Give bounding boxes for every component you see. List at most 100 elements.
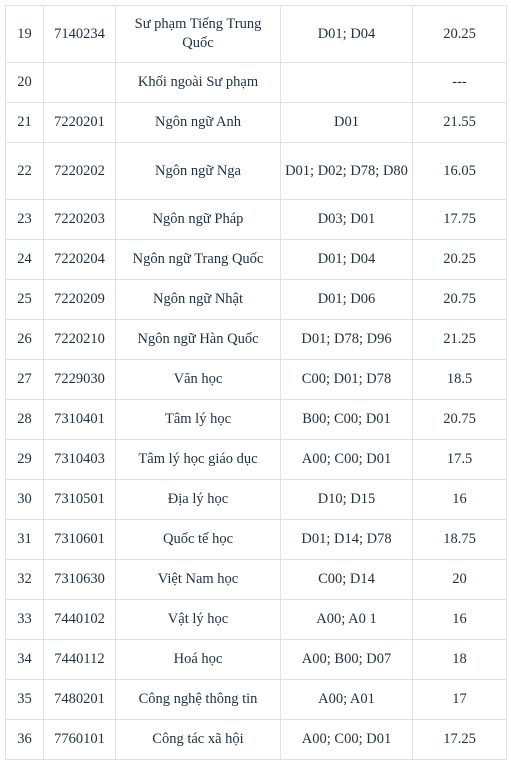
cell-code: 7440102 xyxy=(43,599,116,640)
cell-score: 20.75 xyxy=(412,399,507,440)
cell-block: D01; D06 xyxy=(280,279,413,320)
cell-name: Ngôn ngữ Trang Quốc xyxy=(115,239,281,280)
cell-score: 20.25 xyxy=(412,5,507,63)
cell-block: B00; C00; D01 xyxy=(280,399,413,440)
cell-score: 16 xyxy=(412,479,507,520)
cell-index: 31 xyxy=(5,519,44,560)
cell-block: D01; D04 xyxy=(280,5,413,63)
cell-index: 28 xyxy=(5,399,44,440)
table-row: 32 7310630 Việt Nam học C00; D14 20 xyxy=(5,559,507,600)
cell-index: 19 xyxy=(5,5,44,63)
cell-score: 21.55 xyxy=(412,102,507,143)
cell-score: 16.05 xyxy=(412,142,507,200)
cell-score: 17.25 xyxy=(412,719,507,760)
table-row: 20 Khối ngoài Sư phạm --- xyxy=(5,62,507,103)
table-row: 19 7140234 Sư phạm Tiếng Trung Quốc D01; D0… xyxy=(5,5,507,63)
cell-index: 26 xyxy=(5,319,44,360)
cell-code: 7310601 xyxy=(43,519,116,560)
cell-score: 18.75 xyxy=(412,519,507,560)
cell-index: 34 xyxy=(5,639,44,680)
cell-index: 20 xyxy=(5,62,44,103)
cell-block: D01 xyxy=(280,102,413,143)
table-row: 34 7440112 Hoá học A00; B00; D07 18 xyxy=(5,639,507,680)
cell-score: 16 xyxy=(412,599,507,640)
cell-block: A00; B00; D07 xyxy=(280,639,413,680)
table-body: 19 7140234 Sư phạm Tiếng Trung Quốc D01; D0… xyxy=(5,5,507,760)
cell-score: 18.5 xyxy=(412,359,507,400)
cell-block: D03; D01 xyxy=(280,199,413,240)
cell-index: 25 xyxy=(5,279,44,320)
cell-code: 7229030 xyxy=(43,359,116,400)
cell-score: 20.25 xyxy=(412,239,507,280)
cell-name: Quốc tế học xyxy=(115,519,281,560)
table-row: 29 7310403 Tâm lý học giáo dục A00; C00; D0… xyxy=(5,439,507,480)
cell-name: Ngôn ngữ Nga xyxy=(115,142,281,200)
cell-index: 32 xyxy=(5,559,44,600)
table-row: 33 7440102 Vật lý học A00; A0 1 16 xyxy=(5,599,507,640)
cell-index: 33 xyxy=(5,599,44,640)
cell-block: D10; D15 xyxy=(280,479,413,520)
cell-name: Ngôn ngữ Hàn Quốc xyxy=(115,319,281,360)
cell-name: Văn học xyxy=(115,359,281,400)
cell-block: D01; D14; D78 xyxy=(280,519,413,560)
table-row: 31 7310601 Quốc tế học D01; D14; D78 18.75 xyxy=(5,519,507,560)
cell-block: D01; D02; D78; D80 xyxy=(280,142,413,200)
cell-block: D01; D04 xyxy=(280,239,413,280)
cell-index: 21 xyxy=(5,102,44,143)
cell-index: 36 xyxy=(5,719,44,760)
cell-name: Sư phạm Tiếng Trung Quốc xyxy=(115,5,281,63)
table-row: 27 7229030 Văn học C00; D01; D78 18.5 xyxy=(5,359,507,400)
cell-code: 7220209 xyxy=(43,279,116,320)
table-row: 28 7310401 Tâm lý học B00; C00; D01 20.75 xyxy=(5,399,507,440)
table-row: 22 7220202 Ngôn ngữ Nga D01; D02; D78; D80 1… xyxy=(5,142,507,200)
table-row: 30 7310501 Địa lý học D10; D15 16 xyxy=(5,479,507,520)
table-row: 25 7220209 Ngôn ngữ Nhật D01; D06 20.75 xyxy=(5,279,507,320)
cell-score: 20 xyxy=(412,559,507,600)
table-row: 24 7220204 Ngôn ngữ Trang Quốc D01; D04 20.2… xyxy=(5,239,507,280)
cell-name: Hoá học xyxy=(115,639,281,680)
cell-code: 7140234 xyxy=(43,5,116,63)
table-row: 35 7480201 Công nghệ thông tin A00; A01 17 xyxy=(5,679,507,720)
cell-index: 35 xyxy=(5,679,44,720)
cell-code: 7310403 xyxy=(43,439,116,480)
cell-name: Việt Nam học xyxy=(115,559,281,600)
cell-score: --- xyxy=(412,62,507,103)
cell-name: Ngôn ngữ Nhật xyxy=(115,279,281,320)
cell-code xyxy=(43,62,116,103)
cell-code: 7220202 xyxy=(43,142,116,200)
cell-code: 7310630 xyxy=(43,559,116,600)
cell-code: 7220204 xyxy=(43,239,116,280)
cell-index: 23 xyxy=(5,199,44,240)
admissions-benchmark-table: 19 7140234 Sư phạm Tiếng Trung Quốc D01; D0… xyxy=(5,5,507,760)
table-row: 36 7760101 Công tác xã hội A00; C00; D01 17.… xyxy=(5,719,507,760)
cell-code: 7220203 xyxy=(43,199,116,240)
cell-block: C00; D01; D78 xyxy=(280,359,413,400)
cell-code: 7760101 xyxy=(43,719,116,760)
cell-name: Công tác xã hội xyxy=(115,719,281,760)
cell-block: A00; A01 xyxy=(280,679,413,720)
cell-block: A00; C00; D01 xyxy=(280,439,413,480)
cell-score: 17 xyxy=(412,679,507,720)
table-row: 23 7220203 Ngôn ngữ Pháp D03; D01 17.75 xyxy=(5,199,507,240)
cell-block: A00; C00; D01 xyxy=(280,719,413,760)
cell-score: 17.5 xyxy=(412,439,507,480)
cell-score: 20.75 xyxy=(412,279,507,320)
cell-name: Khối ngoài Sư phạm xyxy=(115,62,281,103)
cell-index: 22 xyxy=(5,142,44,200)
cell-name: Ngôn ngữ Pháp xyxy=(115,199,281,240)
cell-index: 27 xyxy=(5,359,44,400)
cell-block: A00; A0 1 xyxy=(280,599,413,640)
cell-name: Địa lý học xyxy=(115,479,281,520)
cell-code: 7220210 xyxy=(43,319,116,360)
table-row: 26 7220210 Ngôn ngữ Hàn Quốc D01; D78; D96 2… xyxy=(5,319,507,360)
cell-block: C00; D14 xyxy=(280,559,413,600)
cell-code: 7440112 xyxy=(43,639,116,680)
cell-score: 18 xyxy=(412,639,507,680)
cell-name: Công nghệ thông tin xyxy=(115,679,281,720)
cell-score: 21.25 xyxy=(412,319,507,360)
cell-index: 29 xyxy=(5,439,44,480)
cell-name: Tâm lý học giáo dục xyxy=(115,439,281,480)
cell-code: 7310401 xyxy=(43,399,116,440)
cell-name: Ngôn ngữ Anh xyxy=(115,102,281,143)
cell-name: Vật lý học xyxy=(115,599,281,640)
